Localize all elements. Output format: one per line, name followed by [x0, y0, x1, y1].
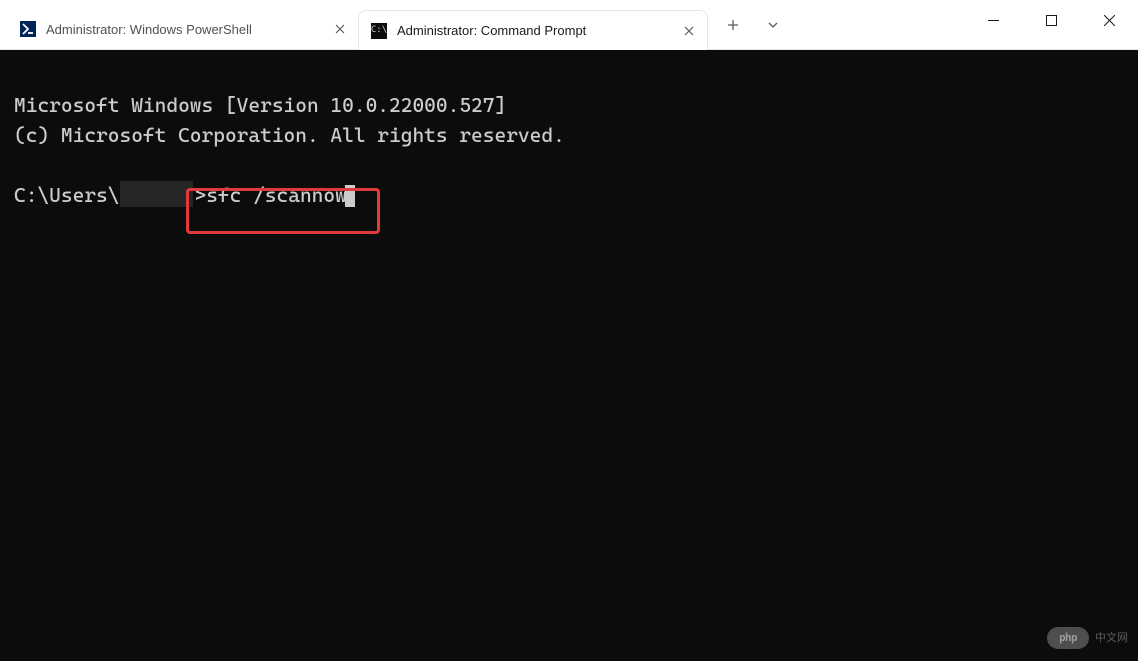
titlebar: Administrator: Windows PowerShell C:\ Ad…	[0, 0, 1138, 50]
prompt-prefix: C:\Users\	[14, 183, 119, 207]
tab-title: Administrator: Command Prompt	[397, 23, 669, 38]
version-line: Microsoft Windows [Version 10.0.22000.52…	[14, 93, 506, 117]
redacted-username	[120, 181, 193, 207]
tab-title: Administrator: Windows PowerShell	[46, 22, 320, 37]
tab-command-prompt[interactable]: C:\ Administrator: Command Prompt	[358, 10, 708, 50]
tab-strip: Administrator: Windows PowerShell C:\ Ad…	[0, 0, 708, 49]
prompt-line: C:\Users\ >sfc /scannow	[14, 183, 355, 207]
tab-dropdown-button[interactable]	[754, 6, 792, 44]
cmd-icon: C:\	[371, 23, 387, 39]
cursor	[345, 185, 355, 207]
close-tab-button[interactable]	[679, 21, 699, 41]
watermark-logo: php	[1047, 627, 1089, 649]
watermark: php 中文网	[1047, 627, 1128, 649]
copyright-line: (c) Microsoft Corporation. All rights re…	[14, 123, 565, 147]
window-controls	[964, 0, 1138, 49]
watermark-text: 中文网	[1095, 630, 1128, 647]
prompt-suffix: >	[194, 183, 206, 207]
close-tab-button[interactable]	[330, 19, 350, 39]
tab-actions	[708, 0, 792, 49]
terminal-output[interactable]: Microsoft Windows [Version 10.0.22000.52…	[0, 50, 1138, 661]
maximize-button[interactable]	[1022, 0, 1080, 40]
titlebar-drag-area[interactable]	[792, 0, 964, 49]
new-tab-button[interactable]	[714, 6, 752, 44]
close-window-button[interactable]	[1080, 0, 1138, 40]
tab-powershell[interactable]: Administrator: Windows PowerShell	[8, 9, 358, 49]
minimize-button[interactable]	[964, 0, 1022, 40]
powershell-icon	[20, 21, 36, 37]
command-text: sfc /scannow	[206, 183, 347, 207]
